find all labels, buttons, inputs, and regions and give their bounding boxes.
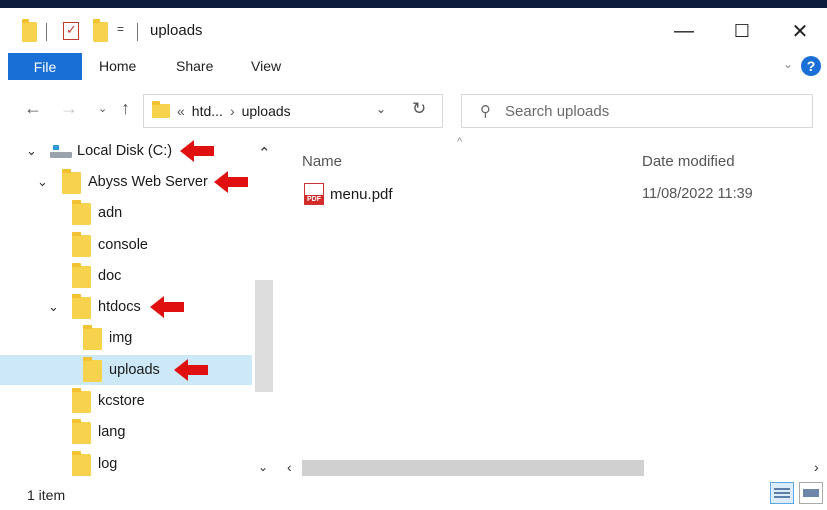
- folder-icon: [72, 294, 91, 319]
- tree-item-label: lang: [98, 424, 126, 440]
- navigation-tree: ⌄ Local Disk (C:) ⌄ Abyss Web Server adn…: [0, 136, 252, 481]
- pdf-icon: PDF: [304, 183, 324, 205]
- breadcrumb-separator: ›: [229, 103, 235, 119]
- expand-caret-icon[interactable]: ⌄: [26, 143, 37, 159]
- tree-item-label: Local Disk (C:): [77, 143, 173, 159]
- folder-icon: [62, 169, 81, 194]
- breadcrumb-overflow[interactable]: «: [177, 103, 185, 119]
- tab-share[interactable]: Share: [176, 58, 213, 74]
- file-date-modified: 11/08/2022 11:39: [642, 186, 753, 202]
- folder-icon: [72, 451, 91, 476]
- folder-icon: [22, 19, 37, 42]
- tree-item-doc[interactable]: doc: [0, 261, 252, 291]
- file-name[interactable]: menu.pdf: [330, 186, 393, 203]
- file-explorer-window: = uploads — ☐ ✕ File Home Share View ⌄ ?…: [0, 8, 827, 510]
- breadcrumb-uploads[interactable]: uploads: [242, 103, 291, 119]
- search-placeholder: Search uploads: [505, 102, 610, 120]
- annotation-arrow-icon: [150, 296, 184, 318]
- folder-icon: [72, 263, 91, 288]
- folder-icon: [72, 388, 91, 413]
- file-tab[interactable]: File: [8, 53, 82, 80]
- tree-item-label: img: [109, 330, 133, 346]
- collapse-group-icon[interactable]: ⌃: [258, 144, 271, 162]
- forward-icon[interactable]: →: [60, 98, 78, 119]
- scroll-right-icon[interactable]: ›: [814, 459, 819, 475]
- folder-icon: [152, 101, 170, 118]
- tree-item-lang[interactable]: lang: [0, 417, 252, 447]
- navigation-bar: ← → ⌄ ↑ « htd... › uploads ⌄ ↻ ⚲ Search …: [0, 90, 827, 130]
- tree-item-uploads[interactable]: uploads: [0, 355, 252, 385]
- back-icon[interactable]: ←: [24, 98, 42, 119]
- horizontal-scrollbar-thumb[interactable]: [302, 460, 644, 476]
- up-icon[interactable]: ↑: [121, 98, 130, 119]
- close-button[interactable]: ✕: [780, 16, 820, 46]
- help-icon[interactable]: ?: [801, 56, 821, 76]
- customize-qat-icon[interactable]: =: [117, 22, 124, 36]
- divider: [137, 23, 138, 41]
- expand-ribbon-icon[interactable]: ⌄: [783, 57, 793, 71]
- folder-icon: [83, 357, 102, 382]
- tree-item-label: doc: [98, 268, 122, 284]
- address-dropdown-icon[interactable]: ⌄: [376, 102, 386, 116]
- window-title: uploads: [150, 22, 203, 39]
- expand-caret-icon[interactable]: ⌄: [37, 174, 48, 190]
- column-header-name[interactable]: Name: [302, 153, 342, 170]
- ribbon: File Home Share View ⌄ ?: [0, 53, 827, 83]
- annotation-arrow-icon: [174, 359, 208, 381]
- tab-home[interactable]: Home: [99, 58, 136, 74]
- folder-icon: [83, 325, 102, 350]
- tree-item-label: Abyss Web Server: [88, 174, 208, 190]
- refresh-icon[interactable]: ↻: [412, 99, 426, 119]
- annotation-arrow-icon: [214, 171, 248, 193]
- address-bar[interactable]: « htd... › uploads: [143, 94, 443, 128]
- tree-item-log[interactable]: log: [0, 449, 252, 479]
- divider: [46, 23, 47, 41]
- tab-view[interactable]: View: [251, 58, 281, 74]
- sort-indicator-icon: ^: [457, 136, 463, 148]
- drive-icon: [50, 145, 72, 159]
- tree-item-label: adn: [98, 205, 123, 221]
- search-input[interactable]: ⚲ Search uploads: [461, 94, 813, 128]
- recent-locations-icon[interactable]: ⌄: [98, 102, 107, 115]
- folder-icon: [72, 419, 91, 444]
- new-folder-icon[interactable]: [93, 19, 108, 42]
- tree-scroll-down-icon[interactable]: ⌄: [258, 460, 268, 474]
- folder-icon: [72, 200, 91, 225]
- large-icons-view-button[interactable]: [799, 482, 823, 504]
- tree-item-label: uploads: [109, 362, 160, 378]
- properties-icon[interactable]: [63, 22, 79, 40]
- status-item-count: 1 item: [27, 487, 66, 503]
- tree-item-htdocs[interactable]: ⌄ htdocs: [0, 292, 252, 322]
- scroll-left-icon[interactable]: ‹: [287, 459, 292, 475]
- maximize-button[interactable]: ☐: [722, 16, 762, 46]
- tree-item-img[interactable]: img: [0, 323, 252, 353]
- folder-icon: [72, 232, 91, 257]
- breadcrumb-htdocs[interactable]: htd...: [192, 103, 223, 119]
- title-bar: = uploads — ☐ ✕: [0, 8, 827, 50]
- minimize-button[interactable]: —: [664, 16, 704, 46]
- expand-caret-icon[interactable]: ⌄: [48, 299, 59, 315]
- tree-item-kcstore[interactable]: kcstore: [0, 386, 252, 416]
- tree-item-adn[interactable]: adn: [0, 198, 252, 228]
- details-view-button[interactable]: [770, 482, 794, 504]
- annotation-arrow-icon: [180, 140, 214, 162]
- tree-item-label: kcstore: [98, 393, 145, 409]
- search-icon: ⚲: [480, 103, 491, 120]
- tree-scrollbar-thumb[interactable]: [255, 280, 273, 392]
- column-header-date-modified[interactable]: Date modified: [642, 153, 735, 170]
- tree-item-label: htdocs: [98, 299, 141, 315]
- tree-item-console[interactable]: console: [0, 230, 252, 260]
- tree-item-label: console: [98, 237, 148, 253]
- tree-item-label: log: [98, 456, 118, 472]
